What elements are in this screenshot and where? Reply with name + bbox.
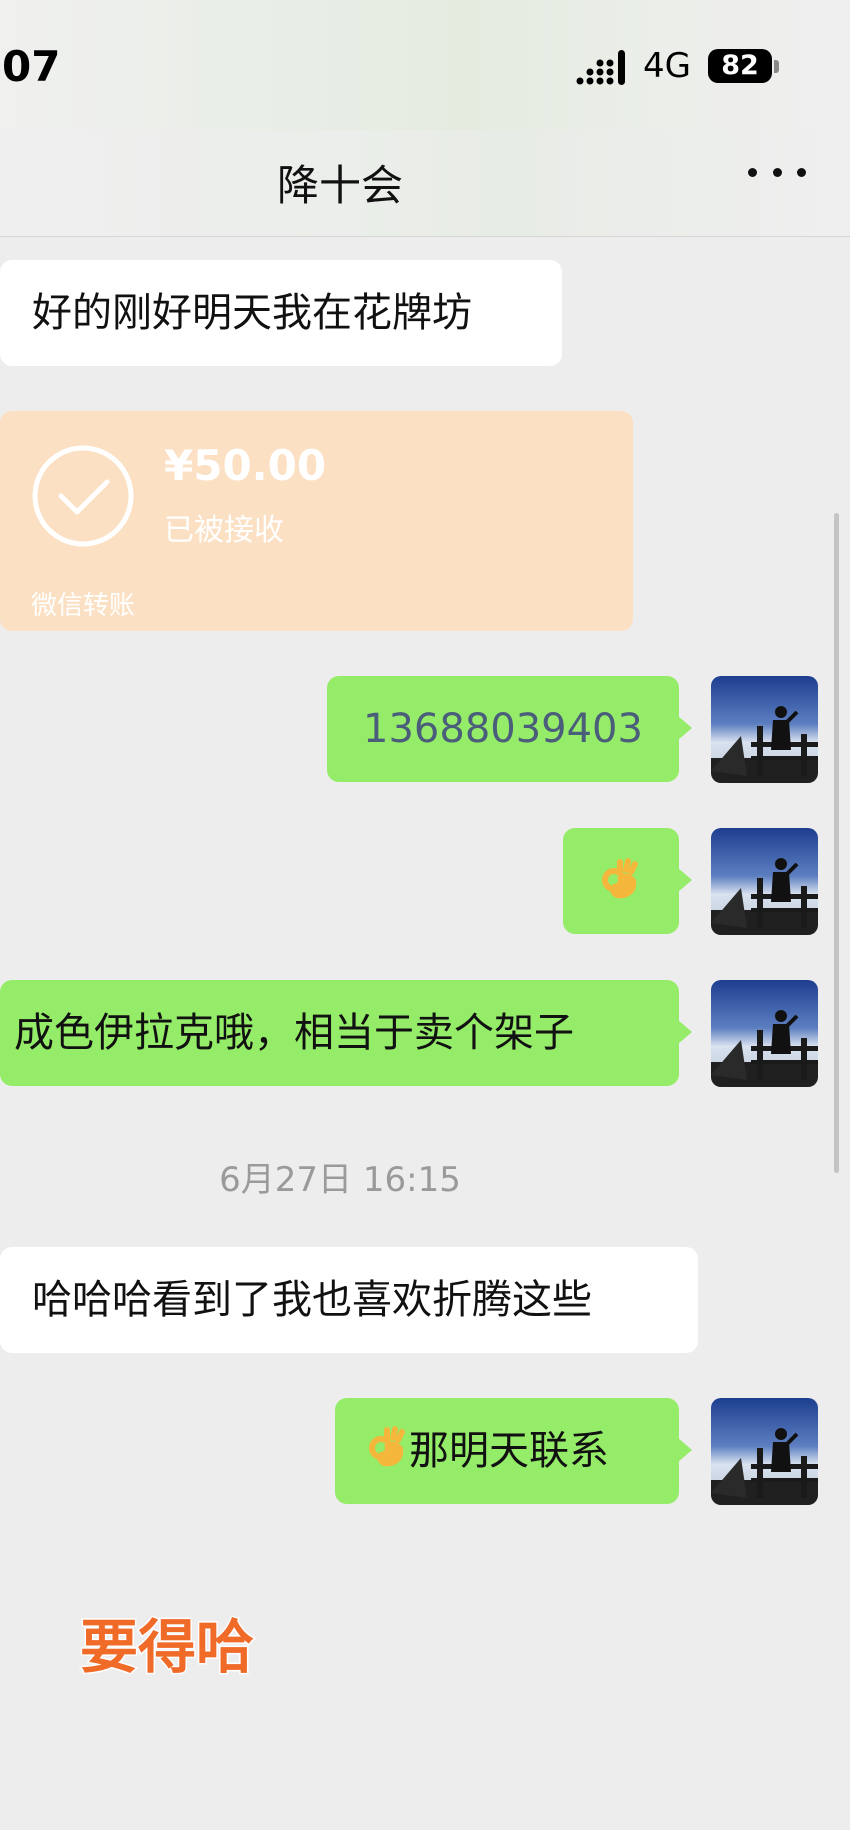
sticker-text: 要得哈 — [80, 1613, 254, 1681]
outgoing-message-bubble[interactable]: 那明天联系 — [335, 1398, 692, 1504]
scrollbar[interactable] — [834, 513, 839, 1173]
signal-strength-icon — [576, 50, 625, 85]
phone-number-link[interactable]: 13688039403 — [363, 706, 643, 752]
outgoing-message-bubble[interactable]: 13688039403 — [327, 676, 692, 782]
ok-hand-emoji-icon — [369, 1426, 405, 1467]
network-type: 4G — [643, 46, 691, 86]
message-text: 那明天联系 — [409, 1428, 609, 1474]
outgoing-message-bubble[interactable] — [563, 828, 692, 934]
avatar[interactable] — [711, 828, 818, 935]
battery-icon: 82 — [708, 49, 772, 83]
avatar-photo-icon — [711, 828, 818, 935]
message-timestamp: 6月27日 16:15 — [219, 1160, 461, 1200]
transfer-label: 微信转账 — [31, 591, 136, 621]
chat-header: 降十会 — [0, 130, 850, 237]
chat-title: 降十会 — [276, 161, 403, 210]
avatar[interactable] — [711, 676, 818, 783]
wechat-transfer-card[interactable]: ¥50.00 已被接收 微信转账 — [0, 411, 633, 631]
more-dot-icon — [797, 167, 806, 177]
incoming-message-bubble[interactable]: 好的刚好明天我在花牌坊 — [0, 260, 562, 366]
transfer-status: 已被接收 — [164, 513, 284, 548]
status-time: 07 — [2, 42, 61, 91]
avatar-photo-icon — [711, 676, 818, 783]
status-bar: 07 4G 82 — [0, 0, 850, 130]
more-dot-icon — [772, 167, 782, 177]
transfer-amount: ¥50.00 — [164, 441, 327, 490]
message-text: 好的刚好明天我在花牌坊 — [32, 290, 472, 336]
check-circle-icon — [32, 445, 134, 547]
avatar[interactable] — [711, 980, 818, 1087]
more-options-button[interactable] — [748, 152, 806, 192]
battery-level: 82 — [721, 50, 759, 81]
ok-hand-emoji-icon — [602, 858, 638, 899]
message-text: 成色伊拉克哦，相当于卖个架子 — [14, 1010, 574, 1056]
incoming-message-bubble[interactable]: 哈哈哈看到了我也喜欢折腾这些 — [0, 1247, 698, 1353]
battery-cap-icon — [774, 60, 779, 73]
avatar[interactable] — [711, 1398, 818, 1505]
message-text: 哈哈哈看到了我也喜欢折腾这些 — [32, 1277, 592, 1323]
outgoing-message-bubble[interactable]: 成色伊拉克哦，相当于卖个架子 — [0, 980, 692, 1086]
avatar-photo-icon — [711, 1398, 818, 1505]
more-dot-icon — [748, 167, 757, 177]
avatar-photo-icon — [711, 980, 818, 1087]
sticker-image[interactable]: 要得哈 — [78, 1605, 278, 1685]
